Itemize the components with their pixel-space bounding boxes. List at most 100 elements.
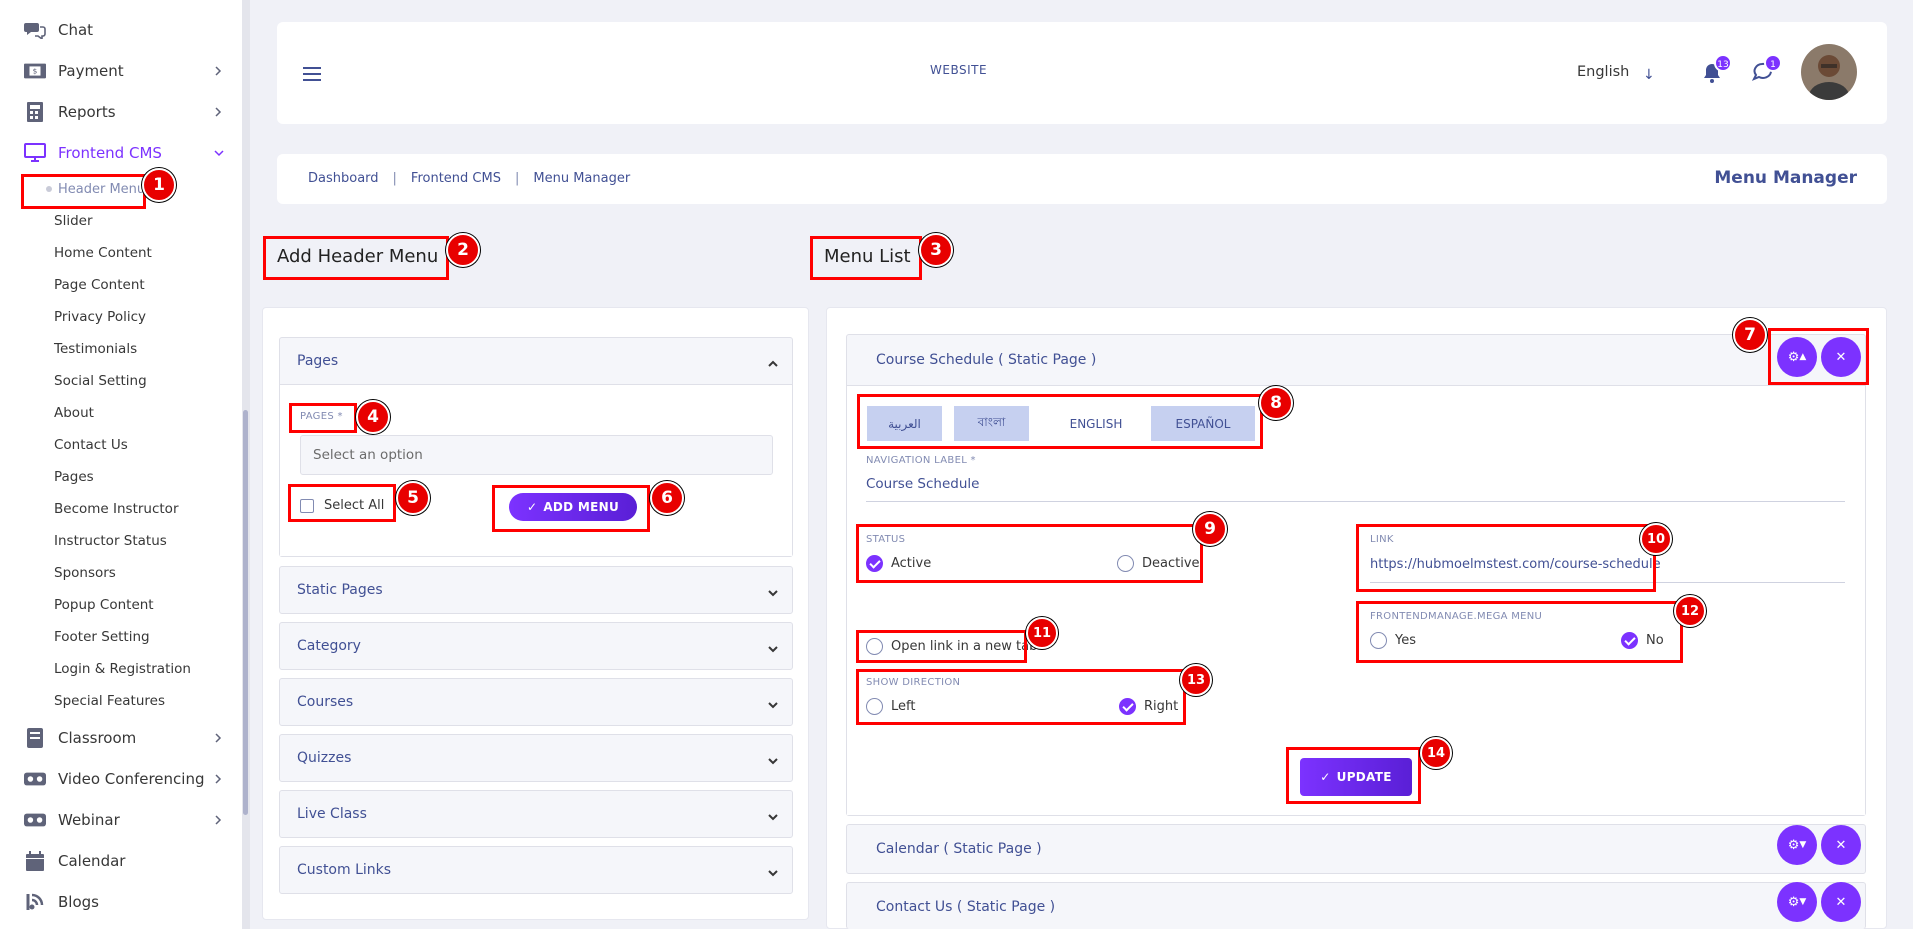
checkbox[interactable] [300, 498, 314, 513]
arrow-down-icon[interactable]: ↓ [1643, 67, 1655, 83]
submenu-footer-setting[interactable]: Footer Setting [54, 627, 150, 647]
breadcrumb-frontend-cms[interactable]: Frontend CMS [411, 171, 501, 186]
sidebar-item-reports[interactable]: Reports [24, 100, 224, 124]
radio[interactable] [1621, 632, 1638, 649]
pages-select[interactable]: Select an option [300, 435, 773, 475]
mega-menu-no-radio[interactable]: No [1621, 632, 1664, 649]
submenu-slider[interactable]: Slider [54, 211, 93, 231]
sidebar: Chat $ Payment Reports Frontend CMS Head… [0, 0, 242, 929]
calendar-icon [24, 851, 46, 871]
submenu-become-instructor[interactable]: Become Instructor [54, 499, 179, 519]
notifications-button[interactable]: 13 [1702, 54, 1732, 86]
submenu-page-content[interactable]: Page Content [54, 275, 145, 295]
menu-card-calendar[interactable]: Calendar ( Static Page ) [846, 824, 1866, 874]
submenu-home-content[interactable]: Home Content [54, 243, 152, 263]
tab-espanol[interactable]: ESPAÑOL [1151, 406, 1255, 441]
sidebar-item-label: Frontend CMS [58, 144, 162, 162]
check-icon: ✓ [1320, 770, 1331, 784]
radio[interactable] [866, 638, 883, 655]
settings-toggle-button[interactable]: ⚙ ▼ [1777, 882, 1817, 922]
delete-menu-button[interactable]: ✕ [1821, 882, 1861, 922]
settings-toggle-button[interactable]: ⚙ ▼ [1777, 825, 1817, 865]
annotation-number-9: 9 [1193, 512, 1227, 546]
hamburger-menu-icon[interactable] [303, 67, 321, 81]
static-pages-accordion[interactable]: Static Pages [279, 566, 793, 614]
submenu-testimonials[interactable]: Testimonials [54, 339, 137, 359]
sidebar-item-calendar[interactable]: Calendar [24, 849, 224, 873]
delete-menu-button[interactable]: ✕ [1821, 337, 1861, 377]
tab-english[interactable]: ENGLISH [1041, 406, 1151, 441]
update-button[interactable]: ✓ UPDATE [1300, 758, 1412, 796]
submenu-login-registration[interactable]: Login & Registration [54, 659, 191, 679]
add-menu-button[interactable]: ✓ ADD MENU [509, 493, 637, 521]
breadcrumb-menu-manager[interactable]: Menu Manager [533, 171, 630, 186]
chevron-down-icon [768, 809, 778, 821]
sidebar-item-payment[interactable]: $ Payment [24, 59, 224, 83]
pages-accordion: Pages PAGES * Select an option Select Al… [279, 337, 793, 557]
language-selector[interactable]: English [1577, 64, 1629, 80]
submenu-instructor-status[interactable]: Instructor Status [54, 531, 167, 551]
annotation-number-14: 14 [1420, 737, 1452, 769]
submenu-privacy-policy[interactable]: Privacy Policy [54, 307, 146, 327]
messages-button[interactable]: 1 [1751, 54, 1782, 86]
submenu-header-menu[interactable]: Header Menu [46, 179, 145, 199]
delete-menu-button[interactable]: ✕ [1821, 825, 1861, 865]
menu-card-contact-us[interactable]: Contact Us ( Static Page ) [846, 882, 1866, 929]
notification-badge: 13 [1714, 54, 1732, 72]
submenu-social-setting[interactable]: Social Setting [54, 371, 147, 391]
category-accordion[interactable]: Category [279, 622, 793, 670]
direction-left-radio[interactable]: Left [866, 698, 915, 715]
radio[interactable] [1370, 632, 1387, 649]
menu-list-title: Menu List [824, 246, 911, 267]
website-link[interactable]: WEBSITE [930, 63, 987, 77]
status-deactive-radio[interactable]: Deactive [1117, 555, 1200, 572]
submenu-contact-us[interactable]: Contact Us [54, 435, 128, 455]
breadcrumb-dashboard[interactable]: Dashboard [308, 171, 379, 186]
navigation-label-input[interactable]: Course Schedule [866, 476, 1845, 502]
submenu-sponsors[interactable]: Sponsors [54, 563, 116, 583]
gear-icon: ⚙ [1787, 894, 1800, 910]
breadcrumb: Dashboard | Frontend CMS | Menu Manager … [277, 154, 1887, 204]
pages-label: PAGES * [300, 411, 343, 422]
svg-text:$: $ [33, 67, 38, 76]
open-new-tab-checkbox[interactable]: Open link in a new tab [866, 638, 1037, 655]
close-icon: ✕ [1835, 837, 1847, 853]
mega-menu-yes-radio[interactable]: Yes [1370, 632, 1416, 649]
sidebar-item-frontend-cms[interactable]: Frontend CMS [24, 141, 224, 165]
submenu-about[interactable]: About [54, 403, 94, 423]
live-class-accordion[interactable]: Live Class [279, 790, 793, 838]
submenu-pages[interactable]: Pages [54, 467, 94, 487]
vr-icon [24, 769, 46, 789]
custom-links-accordion[interactable]: Custom Links [279, 846, 793, 894]
tab-bangla[interactable]: বাংলা [954, 406, 1029, 441]
sidebar-item-video-conferencing[interactable]: Video Conferencing [24, 767, 224, 791]
submenu-special-features[interactable]: Special Features [54, 691, 165, 711]
link-input[interactable]: https://hubmoelmstest.com/course-schedul… [1370, 557, 1845, 583]
radio[interactable] [1117, 555, 1134, 572]
sidebar-item-blogs[interactable]: Blogs [24, 890, 224, 914]
radio[interactable] [866, 698, 883, 715]
settings-toggle-button[interactable]: ⚙ ▲ [1777, 337, 1817, 377]
sidebar-item-chat[interactable]: Chat [24, 18, 224, 42]
status-active-radio[interactable]: Active [866, 555, 931, 572]
sidebar-item-classroom[interactable]: Classroom [24, 726, 224, 750]
courses-accordion[interactable]: Courses [279, 678, 793, 726]
direction-right-radio[interactable]: Right [1119, 698, 1178, 715]
menu-card-header[interactable]: Course Schedule ( Static Page ) [847, 335, 1865, 385]
submenu-popup-content[interactable]: Popup Content [54, 595, 154, 615]
quizzes-accordion[interactable]: Quizzes [279, 734, 793, 782]
sidebar-item-webinar[interactable]: Webinar [24, 808, 224, 832]
radio[interactable] [866, 555, 883, 572]
radio[interactable] [1119, 698, 1136, 715]
menu-card-body: العربية বাংলা ENGLISH ESPAÑOL NAVIGATION… [847, 385, 1865, 815]
annotation-number-10: 10 [1640, 523, 1672, 555]
sidebar-scrollbar-thumb[interactable] [243, 410, 248, 815]
menu-card-header[interactable]: Contact Us ( Static Page ) [847, 883, 1865, 929]
gear-icon: ⚙ [1787, 349, 1800, 365]
avatar[interactable] [1801, 44, 1857, 100]
tab-arabic[interactable]: العربية [867, 406, 942, 441]
pages-accordion-header[interactable]: Pages [280, 338, 792, 384]
menu-card-header[interactable]: Calendar ( Static Page ) [847, 825, 1865, 873]
annotation-number-1: 1 [142, 168, 176, 202]
select-all-checkbox[interactable]: Select All [300, 498, 384, 513]
